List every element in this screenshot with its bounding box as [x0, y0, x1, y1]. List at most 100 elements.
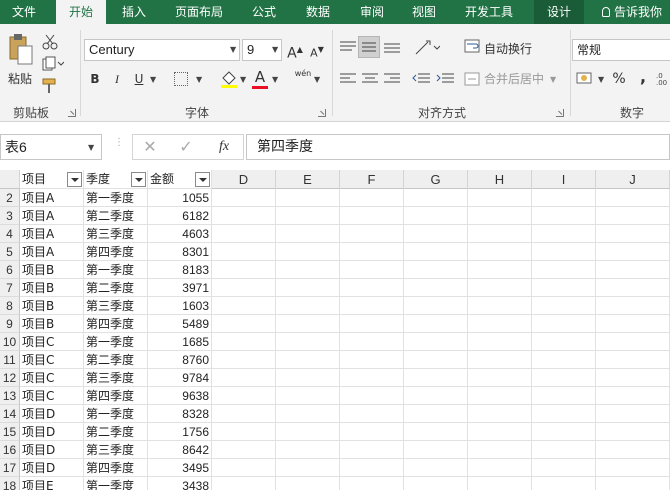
bold-button[interactable]: B [86, 68, 104, 90]
table-cell-amount[interactable]: 9638 [148, 387, 212, 405]
empty-cell[interactable] [468, 225, 532, 243]
table-cell-quarter[interactable]: 第四季度 [84, 243, 148, 261]
table-cell-quarter[interactable]: 第二季度 [84, 423, 148, 441]
empty-cell[interactable] [596, 315, 670, 333]
empty-cell[interactable] [596, 225, 670, 243]
empty-cell[interactable] [404, 189, 468, 207]
borders-icon[interactable] [174, 72, 188, 86]
select-all-corner[interactable] [0, 170, 20, 189]
table-cell-item[interactable]: 项目B [20, 279, 84, 297]
empty-cell[interactable] [468, 333, 532, 351]
comma-button[interactable]: , [634, 66, 652, 88]
empty-cell[interactable] [596, 405, 670, 423]
empty-cell[interactable] [276, 207, 340, 225]
empty-cell[interactable] [532, 207, 596, 225]
paste-icon[interactable] [8, 34, 34, 66]
table-cell-item[interactable]: 项目B [20, 315, 84, 333]
empty-cell[interactable] [340, 261, 404, 279]
wrap-text-button[interactable]: 自动换行 [484, 38, 544, 60]
empty-cell[interactable] [468, 261, 532, 279]
table-cell-item[interactable]: 项目C [20, 387, 84, 405]
table-cell-quarter[interactable]: 第一季度 [84, 333, 148, 351]
table-cell-amount[interactable]: 1756 [148, 423, 212, 441]
empty-cell[interactable] [468, 297, 532, 315]
column-header-i[interactable]: I [532, 170, 596, 189]
empty-cell[interactable] [468, 477, 532, 490]
row-header[interactable]: 12 [0, 369, 20, 387]
empty-cell[interactable] [404, 279, 468, 297]
wrap-text-icon[interactable] [464, 38, 480, 54]
row-header[interactable]: 17 [0, 459, 20, 477]
table-cell-amount[interactable]: 3438 [148, 477, 212, 490]
table-cell-item[interactable]: 项目D [20, 459, 84, 477]
tell-me-box[interactable]: 告诉我你 [602, 0, 662, 24]
empty-cell[interactable] [212, 315, 276, 333]
table-cell-quarter[interactable]: 第一季度 [84, 477, 148, 490]
table-cell-item[interactable]: 项目E [20, 477, 84, 490]
empty-cell[interactable] [212, 225, 276, 243]
align-bottom-icon[interactable] [384, 40, 400, 54]
table-cell-quarter[interactable]: 第三季度 [84, 369, 148, 387]
enter-icon[interactable]: ✓ [176, 136, 196, 158]
empty-cell[interactable] [276, 351, 340, 369]
column-header-d[interactable]: D [212, 170, 276, 189]
tab-data[interactable]: 数据 [296, 0, 340, 24]
empty-cell[interactable] [404, 225, 468, 243]
row-header[interactable]: 9 [0, 315, 20, 333]
empty-cell[interactable] [596, 207, 670, 225]
empty-cell[interactable] [468, 369, 532, 387]
row-header[interactable]: 8 [0, 297, 20, 315]
table-cell-item[interactable]: 项目D [20, 423, 84, 441]
table-cell-amount[interactable]: 8642 [148, 441, 212, 459]
number-format-select[interactable]: 常规 [572, 39, 670, 61]
grow-font-button[interactable]: A▲ [286, 39, 304, 62]
empty-cell[interactable] [404, 351, 468, 369]
empty-cell[interactable] [532, 477, 596, 490]
row-header[interactable]: 11 [0, 351, 20, 369]
empty-cell[interactable] [468, 315, 532, 333]
empty-cell[interactable] [276, 297, 340, 315]
column-header-e[interactable]: E [276, 170, 340, 189]
empty-cell[interactable] [596, 369, 670, 387]
table-cell-item[interactable]: 项目A [20, 207, 84, 225]
empty-cell[interactable] [468, 207, 532, 225]
merge-center-icon[interactable] [464, 72, 480, 86]
font-name-select[interactable]: Century [84, 39, 240, 61]
empty-cell[interactable] [276, 423, 340, 441]
empty-cell[interactable] [212, 261, 276, 279]
empty-cell[interactable] [340, 297, 404, 315]
empty-cell[interactable] [276, 279, 340, 297]
align-left-icon[interactable] [340, 72, 356, 86]
empty-cell[interactable] [340, 243, 404, 261]
column-header-f[interactable]: F [340, 170, 404, 189]
align-right-icon[interactable] [384, 72, 400, 86]
table-cell-item[interactable]: 项目C [20, 369, 84, 387]
row-header[interactable]: 14 [0, 405, 20, 423]
empty-cell[interactable] [532, 243, 596, 261]
tab-home[interactable]: 开始 [56, 0, 106, 24]
table-cell-quarter[interactable]: 第二季度 [84, 351, 148, 369]
table-cell-amount[interactable]: 8183 [148, 261, 212, 279]
empty-cell[interactable] [532, 261, 596, 279]
table-cell-quarter[interactable]: 第一季度 [84, 189, 148, 207]
table-cell-item[interactable]: 项目D [20, 405, 84, 423]
cancel-icon[interactable]: ✕ [140, 136, 160, 158]
row-header[interactable]: 18 [0, 477, 20, 490]
empty-cell[interactable] [596, 243, 670, 261]
empty-cell[interactable] [404, 423, 468, 441]
table-cell-amount[interactable]: 8760 [148, 351, 212, 369]
empty-cell[interactable] [532, 423, 596, 441]
empty-cell[interactable] [212, 333, 276, 351]
empty-cell[interactable] [340, 369, 404, 387]
table-cell-quarter[interactable]: 第四季度 [84, 315, 148, 333]
empty-cell[interactable] [276, 261, 340, 279]
empty-cell[interactable] [468, 405, 532, 423]
column-header-h[interactable]: H [468, 170, 532, 189]
empty-cell[interactable] [468, 441, 532, 459]
italic-button[interactable]: I [108, 68, 126, 90]
cut-icon[interactable] [42, 34, 58, 50]
row-header[interactable]: 2 [0, 189, 20, 207]
empty-cell[interactable] [340, 387, 404, 405]
formula-input[interactable]: 第四季度 [246, 134, 670, 160]
empty-cell[interactable] [596, 477, 670, 490]
